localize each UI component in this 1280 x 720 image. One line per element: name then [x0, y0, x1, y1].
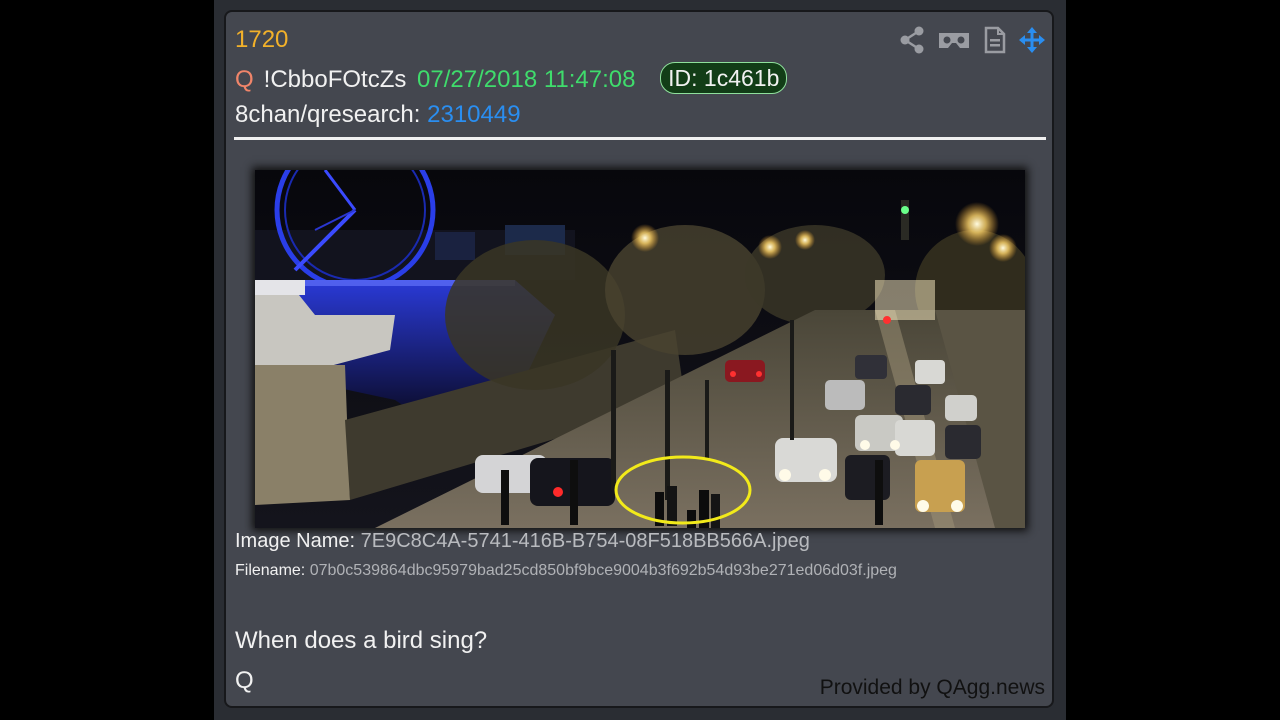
post-message: When does a bird sing?: [235, 627, 488, 654]
post-card: 1720 Q !CbboFOtcZs 07/27/2018 11:47:08 I…: [224, 10, 1054, 708]
post-image[interactable]: [255, 170, 1025, 528]
post-signature: Q: [235, 667, 254, 694]
tripcode: !CbboFOtcZs: [263, 66, 407, 93]
share-icon[interactable]: [899, 26, 925, 59]
post-link[interactable]: 2310449: [427, 101, 520, 128]
id-badge: ID: 1c461b: [660, 62, 788, 94]
provider-credit: Provided by QAgg.news: [819, 676, 1045, 699]
image-name-label: Image Name:: [235, 530, 356, 552]
board-line: 8chan/qresearch: 2310449: [235, 101, 521, 129]
post-header: Q !CbboFOtcZs 07/27/2018 11:47:08 ID: 1c4…: [235, 62, 788, 95]
header-divider: [234, 137, 1046, 140]
image-name-row: Image Name: 7E9C8C4A-5741-416B-B754-08F5…: [235, 530, 810, 553]
filename-row: Filename: 07b0c539864dbc95979bad25cd850b…: [235, 562, 897, 580]
document-icon[interactable]: [984, 26, 1006, 59]
image-name-value: 7E9C8C4A-5741-416B-B754-08F518BB566A.jpe…: [360, 530, 810, 552]
filename-label: Filename:: [235, 562, 306, 579]
vr-headset-icon[interactable]: [937, 26, 971, 59]
post-number: 1720: [235, 26, 289, 53]
trip-marker: Q: [235, 66, 254, 93]
filename-value: 07b0c539864dbc95979bad25cd850bf9bce9004b…: [309, 562, 897, 579]
board-label: 8chan/qresearch:: [235, 101, 421, 128]
timestamp: 07/27/2018 11:47:08: [417, 66, 636, 93]
move-icon[interactable]: [1018, 26, 1046, 59]
post-toolbar: [891, 26, 1046, 54]
